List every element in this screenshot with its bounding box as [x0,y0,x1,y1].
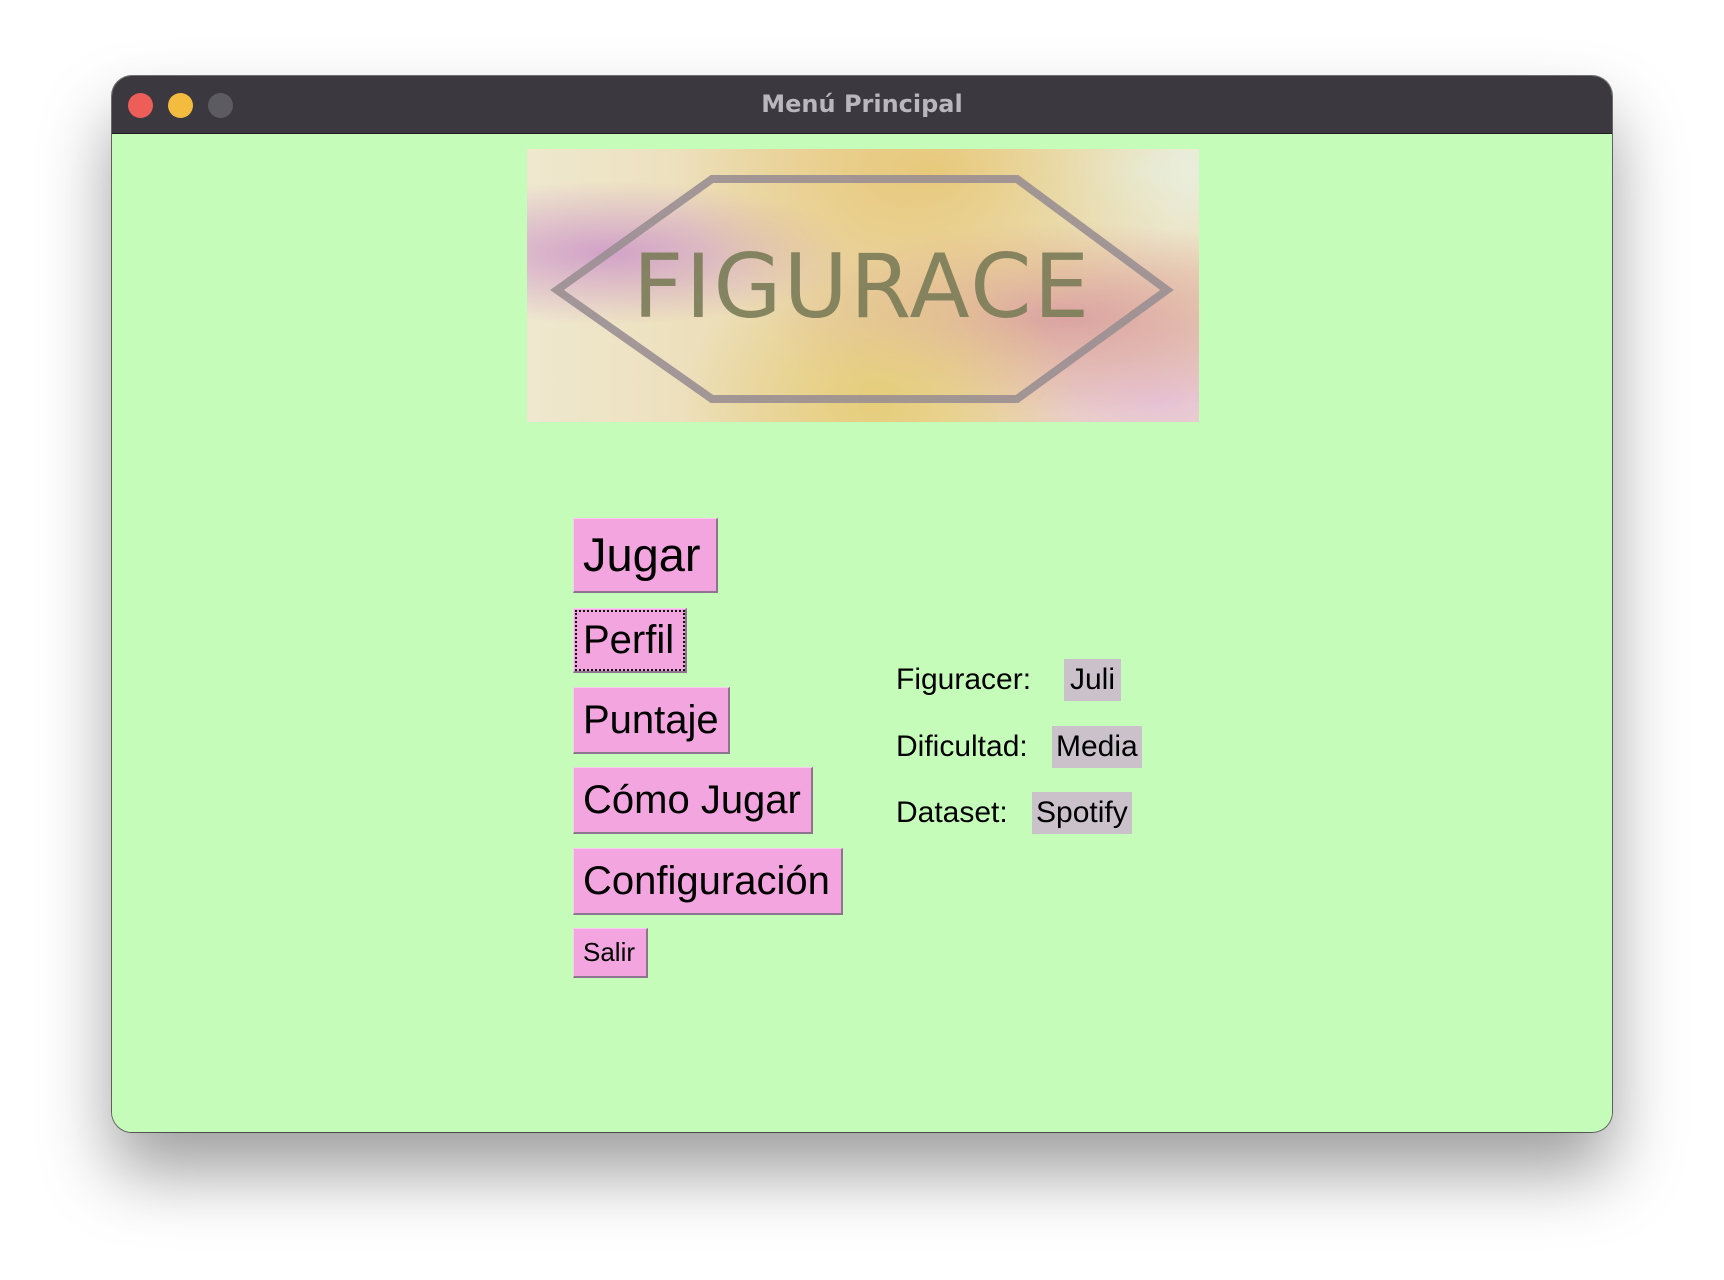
app-window: Menú Principal FIGURACE Jugar Perfil Pun… [112,76,1612,1132]
figuracer-value: Juli [1064,659,1122,701]
configuracion-button[interactable]: Configuración [573,848,843,915]
window-title: Menú Principal [761,90,963,118]
figuracer-label: Figuracer: [896,663,1032,696]
dataset-value: Spotify [1032,792,1132,834]
dataset-label: Dataset: [896,796,1008,829]
salir-button[interactable]: Salir [573,928,648,978]
perfil-button[interactable]: Perfil [573,608,687,673]
jugar-button[interactable]: Jugar [573,518,718,593]
figurace-logo: FIGURACE [527,149,1199,422]
dificultad-label: Dificultad: [896,730,1028,763]
logo-text: FIGURACE [633,235,1091,338]
puntaje-button[interactable]: Puntaje [573,687,730,754]
dificultad-value: Media [1052,726,1142,768]
logo-hexagon-graphic: FIGURACE [550,175,1174,403]
como-jugar-button[interactable]: Cómo Jugar [573,767,813,834]
main-menu-content: FIGURACE Jugar Perfil Puntaje Cómo Jugar… [112,134,1612,1132]
title-bar[interactable]: Menú Principal [112,76,1612,134]
